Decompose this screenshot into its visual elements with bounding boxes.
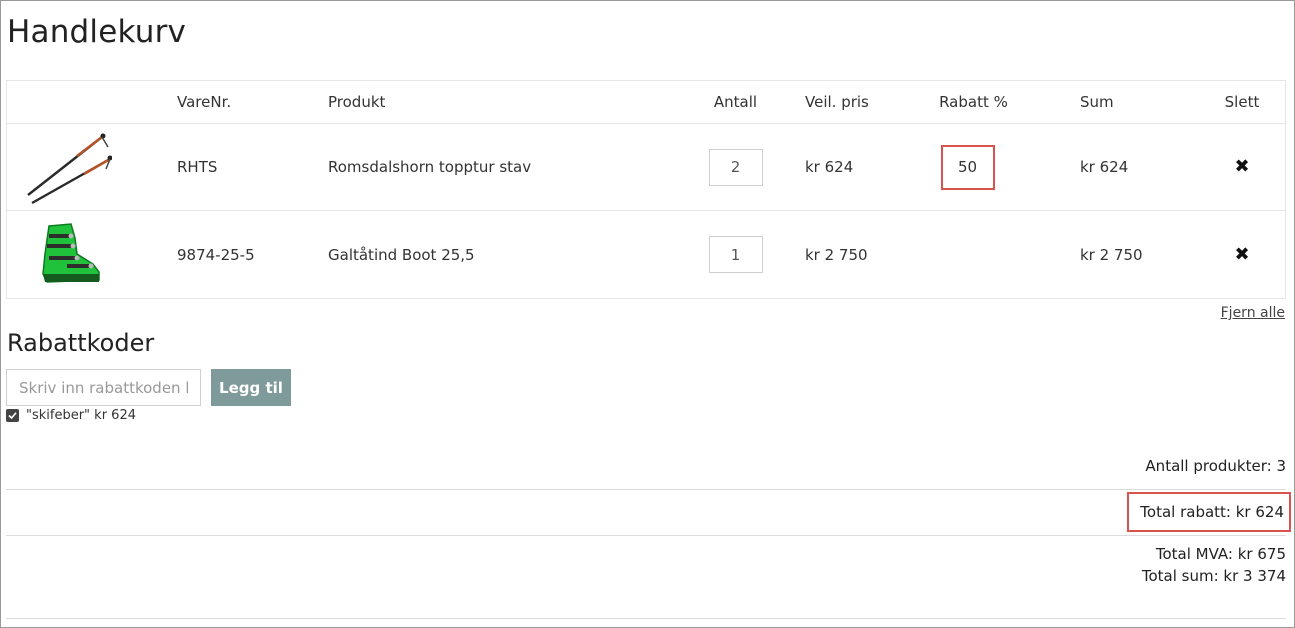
- table-row: 9874-25-5 Galtåtind Boot 25,5 1 kr 2 750…: [7, 211, 1285, 298]
- list-price: kr 2 750: [805, 245, 868, 264]
- divider: [6, 618, 1286, 619]
- page-title: Handlekurv: [7, 14, 187, 50]
- list-price: kr 624: [805, 158, 854, 176]
- discount-codes-title: Rabattkoder: [7, 329, 155, 357]
- ski-boot-image[interactable]: [7, 211, 127, 298]
- quantity-input[interactable]: 1: [708, 236, 763, 273]
- total-vat: Total MVA: kr 675: [1155, 545, 1286, 563]
- cart-table: VareNr. Produkt Antall Veil. pris Rabatt…: [6, 80, 1286, 299]
- check-icon: [8, 412, 17, 420]
- header-list-price: Veil. pris: [805, 93, 869, 111]
- table-header: VareNr. Produkt Antall Veil. pris Rabatt…: [7, 81, 1285, 124]
- close-icon[interactable]: ✖: [1234, 245, 1249, 264]
- quantity-input[interactable]: 2: [708, 148, 763, 186]
- item-no: 9874-25-5: [177, 245, 255, 264]
- row-sum: kr 624: [1080, 158, 1129, 176]
- applied-code-checkbox[interactable]: [6, 409, 19, 422]
- header-item-no: VareNr.: [177, 93, 232, 111]
- header-product: Produkt: [328, 93, 386, 111]
- clear-all-link[interactable]: Fjern alle: [1221, 305, 1285, 321]
- header-discount: Rabatt %: [939, 93, 1008, 111]
- header-quantity: Antall: [713, 93, 758, 111]
- applied-code: "skifeber" kr 624: [6, 408, 136, 423]
- close-icon[interactable]: ✖: [1234, 158, 1249, 176]
- divider: [6, 535, 1286, 536]
- header-delete: Slett: [1224, 93, 1260, 111]
- ski-poles-image[interactable]: [7, 124, 127, 210]
- product-count: Antall produkter: 3: [1145, 457, 1286, 475]
- total-sum: Total sum: kr 3 374: [1141, 567, 1286, 585]
- divider: [6, 489, 1286, 490]
- product-name: Romsdalshorn topptur stav: [328, 158, 532, 176]
- item-no: RHTS: [177, 158, 218, 176]
- row-sum: kr 2 750: [1080, 245, 1143, 264]
- discount-code-input[interactable]: [6, 369, 201, 406]
- discount-percent: [911, 211, 1036, 298]
- add-code-button[interactable]: Legg til: [211, 369, 291, 406]
- discount-percent: 50: [940, 144, 995, 190]
- total-discount: Total rabatt: kr 624: [1127, 492, 1291, 532]
- product-name: Galtåtind Boot 25,5: [328, 245, 475, 264]
- table-row: RHTS Romsdalshorn topptur stav 2 kr 624 …: [7, 124, 1285, 211]
- header-sum: Sum: [1080, 93, 1114, 111]
- applied-code-label: "skifeber" kr 624: [26, 408, 136, 423]
